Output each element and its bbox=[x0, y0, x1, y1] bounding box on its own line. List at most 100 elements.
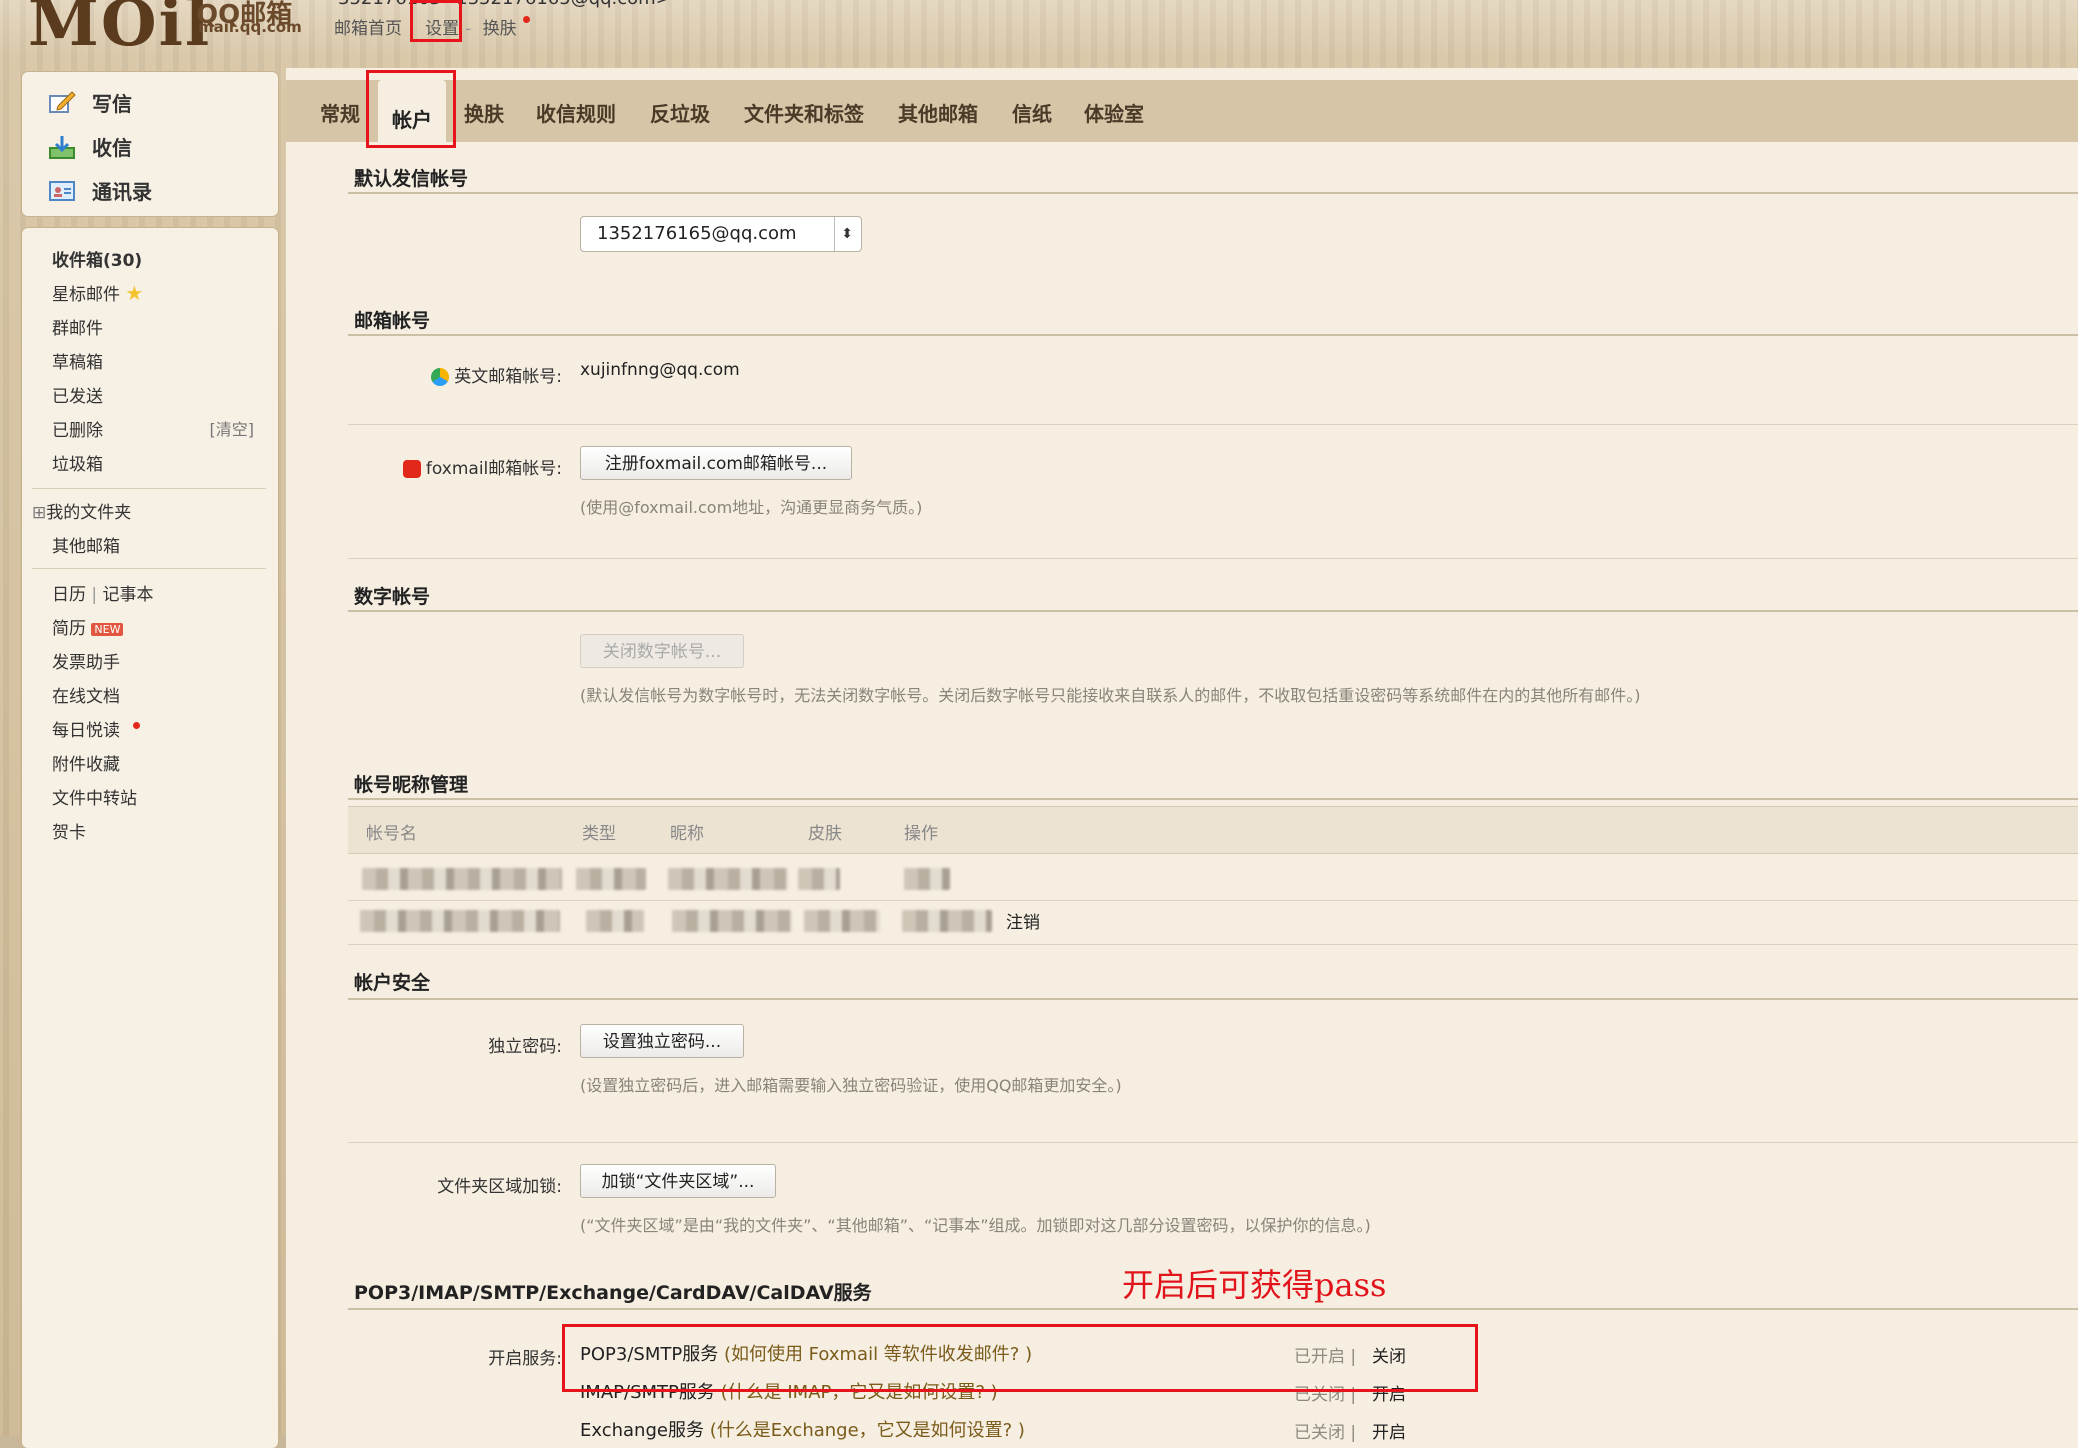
notes-link[interactable]: 记事本 bbox=[103, 585, 154, 605]
logo[interactable]: MOil bbox=[28, 0, 211, 61]
deregister-link[interactable]: 注销 bbox=[1006, 908, 1040, 933]
other-mailbox[interactable]: 其他邮箱 bbox=[52, 532, 120, 557]
blurred-cell bbox=[576, 868, 646, 890]
service-toggle-link[interactable]: 开启 bbox=[1372, 1418, 1406, 1443]
annotation-text: 开启后可获得pass bbox=[1122, 1266, 1387, 1304]
tab-lab[interactable]: 体验室 bbox=[1084, 98, 1144, 127]
divider bbox=[348, 1308, 2078, 1310]
english-account-label-text: 英文邮箱帐号: bbox=[454, 367, 562, 387]
compose-button[interactable]: 写信 bbox=[48, 88, 132, 117]
column-skin: 皮肤 bbox=[808, 824, 842, 844]
section-title-nickname-management: 帐号昵称管理 bbox=[354, 774, 469, 796]
contacts-icon bbox=[49, 180, 75, 201]
clear-deleted-link[interactable]: [清空] bbox=[210, 416, 255, 440]
folder-spam[interactable]: 垃圾箱 bbox=[52, 450, 103, 475]
header: MOil QQ邮箱 mail.qq.com 352176165<13521761… bbox=[0, 0, 2078, 64]
receive-button[interactable]: 收信 bbox=[48, 132, 132, 161]
file-transfer-link[interactable]: 文件中转站 bbox=[52, 784, 137, 809]
default-sender-select[interactable]: 1352176165@qq.com ⬍ bbox=[580, 216, 862, 252]
service-help-link[interactable]: (什么是Exchange，它又是如何设置? ) bbox=[710, 1420, 1025, 1441]
highlight-account-tab-box bbox=[366, 70, 456, 148]
enable-services-label: 开启服务: bbox=[488, 1349, 562, 1369]
calendar-notes-row: 日历 | 记事本 bbox=[52, 580, 154, 605]
divider bbox=[348, 192, 2078, 194]
blurred-cell bbox=[804, 910, 880, 932]
star-icon: ★ bbox=[125, 281, 144, 305]
register-foxmail-button[interactable]: 注册foxmail.com邮箱帐号... bbox=[580, 446, 852, 480]
foxmail-icon bbox=[402, 460, 421, 478]
compose-label: 写信 bbox=[92, 92, 132, 116]
blurred-cell bbox=[902, 910, 992, 932]
tab-mail-rules[interactable]: 收信规则 bbox=[536, 98, 616, 127]
lock-folder-area-button[interactable]: 加锁“文件夹区域”... bbox=[580, 1164, 776, 1198]
logo-domain: mail.qq.com bbox=[198, 18, 302, 36]
tab-folders-labels[interactable]: 文件夹和标签 bbox=[744, 98, 864, 127]
blurred-cell bbox=[360, 910, 560, 932]
my-folders[interactable]: ⊞我的文件夹 bbox=[32, 498, 131, 523]
expand-plus-icon[interactable]: ⊞ bbox=[32, 503, 46, 523]
invoice-link[interactable]: 发票助手 bbox=[52, 648, 120, 673]
highlight-pop3-service-box bbox=[562, 1324, 1478, 1392]
resume-label: 简历 bbox=[52, 619, 86, 639]
folder-drafts[interactable]: 草稿箱 bbox=[52, 348, 103, 373]
contacts-label: 通讯录 bbox=[92, 180, 152, 204]
divider bbox=[348, 998, 2078, 1000]
folder-inbox[interactable]: 收件箱(30) bbox=[52, 246, 142, 271]
service-exchange: Exchange服务 (什么是Exchange，它又是如何设置? ) bbox=[580, 1416, 1025, 1442]
notification-dot-icon bbox=[133, 722, 141, 729]
folder-lock-hint: (“文件夹区域”是由“我的文件夹”、“其他邮箱”、“记事本”组成。加锁即对这几部… bbox=[580, 1216, 1371, 1235]
tab-skin[interactable]: 换肤 bbox=[464, 98, 504, 127]
receive-label: 收信 bbox=[92, 136, 132, 160]
column-type: 类型 bbox=[582, 824, 616, 844]
service-name: Exchange服务 bbox=[580, 1420, 704, 1441]
link-skin[interactable]: 换肤 bbox=[483, 19, 517, 39]
divider bbox=[348, 798, 2078, 800]
independent-password-label: 独立密码: bbox=[488, 1037, 562, 1057]
blurred-cell bbox=[586, 910, 644, 932]
my-folders-label: 我的文件夹 bbox=[46, 503, 132, 523]
folder-deleted-label: 已删除 bbox=[52, 421, 103, 441]
tab-other-mailbox[interactable]: 其他邮箱 bbox=[898, 98, 978, 127]
blurred-cell bbox=[798, 868, 840, 890]
attachments-link[interactable]: 附件收藏 bbox=[52, 750, 120, 775]
set-independent-password-button[interactable]: 设置独立密码... bbox=[580, 1024, 744, 1058]
tab-stationery[interactable]: 信纸 bbox=[1012, 98, 1052, 127]
foxmail-hint: (使用@foxmail.com地址，沟通更显商务气质。) bbox=[580, 498, 923, 517]
section-title-mailbox-account: 邮箱帐号 bbox=[354, 310, 431, 332]
nickname-table-header: 帐号名 类型 昵称 皮肤 操作 bbox=[348, 806, 2078, 854]
default-sender-value: 1352176165@qq.com bbox=[597, 223, 797, 244]
folder-group[interactable]: 群邮件 bbox=[52, 314, 103, 339]
account-line: 352176165<1352176165@qq.com> bbox=[338, 0, 671, 9]
close-digital-account-button[interactable]: 关闭数字帐号... bbox=[580, 634, 744, 668]
folder-sent[interactable]: 已发送 bbox=[52, 382, 103, 407]
calendar-link[interactable]: 日历 bbox=[52, 585, 86, 605]
contacts-button[interactable]: 通讯录 bbox=[48, 176, 152, 205]
independent-password-hint: (设置独立密码后，进入邮箱需要输入独立密码验证，使用QQ邮箱更加安全。) bbox=[580, 1076, 1122, 1095]
divider bbox=[348, 558, 2078, 559]
tab-general[interactable]: 常规 bbox=[320, 98, 360, 127]
column-action: 操作 bbox=[904, 824, 938, 844]
folder-starred-label: 星标邮件 bbox=[52, 285, 120, 305]
quick-actions-panel: 写信 收信 通讯录 bbox=[22, 72, 278, 216]
blurred-cell bbox=[672, 910, 792, 932]
compose-icon bbox=[49, 90, 76, 113]
daily-reading-link[interactable]: 每日悦读 bbox=[52, 716, 141, 741]
folder-starred[interactable]: 星标邮件 ★ bbox=[52, 280, 143, 305]
cards-link[interactable]: 贺卡 bbox=[52, 818, 86, 843]
digital-account-hint: (默认发信帐号为数字帐号时，无法关闭数字帐号。关闭后数字帐号只能接收来自联系人的… bbox=[580, 686, 1641, 705]
section-title-services: POP3/IMAP/SMTP/Exchange/CardDAV/CalDAV服务 bbox=[354, 1282, 872, 1304]
divider bbox=[348, 610, 2078, 612]
divider bbox=[348, 900, 2078, 901]
blurred-cell bbox=[362, 868, 562, 890]
tab-anti-spam[interactable]: 反垃圾 bbox=[650, 98, 710, 127]
blurred-cell bbox=[904, 868, 950, 890]
inbox-download-icon bbox=[49, 135, 75, 159]
online-docs-link[interactable]: 在线文档 bbox=[52, 682, 120, 707]
separator: | bbox=[91, 585, 98, 605]
link-mail-home[interactable]: 邮箱首页 bbox=[334, 19, 402, 39]
folder-panel: 收件箱(30) 星标邮件 ★ 群邮件 草稿箱 已发送 已删除 [清空] 垃圾箱 ⊞… bbox=[22, 228, 278, 1448]
resume-link[interactable]: 简历 NEW bbox=[52, 614, 124, 639]
folder-deleted[interactable]: 已删除 [清空] bbox=[52, 416, 266, 441]
blurred-cell bbox=[668, 868, 788, 890]
new-badge: NEW bbox=[91, 622, 124, 636]
